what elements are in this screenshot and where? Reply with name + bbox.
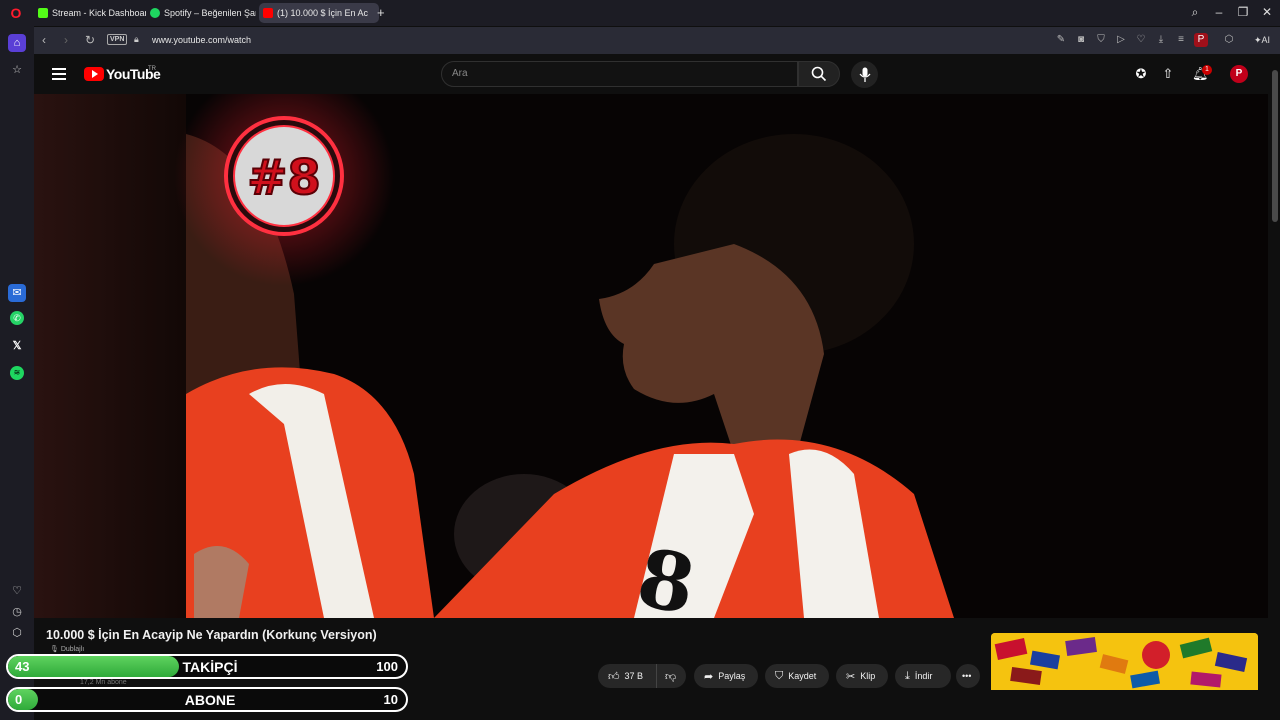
- clip-label: Klip: [860, 671, 876, 681]
- dubbed-badge: 🎙︎ Dublajlı: [50, 645, 84, 653]
- video-title: 10.000 $ İçin En Acayip Ne Yapardın (Kor…: [46, 628, 377, 642]
- profile-extension-icon[interactable]: P: [1194, 33, 1208, 47]
- cube-icon[interactable]: ⬡: [8, 624, 26, 642]
- more-icon: •••: [962, 671, 972, 681]
- dislike-button[interactable]: 👎︎: [656, 664, 686, 688]
- create-icon[interactable]: ✪: [1133, 66, 1149, 82]
- shield-icon[interactable]: ⛉: [1094, 33, 1108, 47]
- kick-icon: [38, 8, 48, 18]
- home-icon[interactable]: ⌂: [8, 34, 26, 52]
- episode-badge-text: #8: [247, 150, 321, 206]
- save-button[interactable]: ⛉ Kaydet: [765, 664, 829, 688]
- opera-menu-icon[interactable]: O: [8, 5, 24, 21]
- region-code: TR: [148, 66, 156, 72]
- reload-icon[interactable]: ↻: [85, 33, 95, 47]
- save-label: Kaydet: [788, 671, 817, 681]
- search-button[interactable]: [798, 61, 840, 87]
- sidebar-ad-banner[interactable]: [991, 633, 1258, 691]
- upload-icon[interactable]: ⇧: [1160, 66, 1176, 82]
- search-icon: [811, 66, 827, 82]
- subscribers-current: 0: [15, 692, 23, 707]
- followers-progress-fill: [8, 656, 180, 677]
- new-tab-icon[interactable]: +: [377, 5, 385, 20]
- lock-icon[interactable]: 🔒︎: [134, 34, 139, 45]
- subscribers-goal: 10: [383, 692, 398, 707]
- download-video-icon: ⤓: [905, 669, 910, 682]
- heart-sidebar-icon[interactable]: ♡: [8, 582, 26, 600]
- minimize-icon[interactable]: –: [1210, 5, 1228, 19]
- subscriber-count: 17,2 Mn abone: [80, 679, 127, 686]
- tab-label: (1) 10.000 $ İçin En Ac: [277, 8, 369, 18]
- download-icon[interactable]: ⤓: [1154, 33, 1168, 47]
- tab-spotify[interactable]: Spotify – Beğenilen Şarkıl: [150, 3, 256, 23]
- voice-search-button[interactable]: [851, 61, 878, 88]
- youtube-icon: [263, 8, 273, 18]
- edit-icon[interactable]: ✎: [1054, 33, 1068, 47]
- followers-goal-counter: 43 TAKİPÇİ 100: [6, 654, 408, 679]
- search-tabs-icon[interactable]: ⌕: [1186, 5, 1204, 20]
- avatar[interactable]: P: [1230, 65, 1248, 83]
- heart-icon[interactable]: ♡: [1134, 33, 1148, 47]
- subscribers-label: ABONE: [184, 692, 236, 708]
- notification-count-badge: 1: [1202, 65, 1212, 75]
- spotify-sidebar-icon[interactable]: ≋: [10, 366, 24, 380]
- more-actions-button[interactable]: •••: [956, 664, 980, 688]
- subscribers-progress-fill: [8, 689, 38, 710]
- whatsapp-icon[interactable]: ✆: [10, 311, 24, 325]
- scissors-icon: ✂: [846, 670, 856, 683]
- followers-current: 43: [15, 659, 30, 674]
- tab-label: Stream - Kick Dashboard: [52, 8, 146, 18]
- bookmark-icon: ⛉: [775, 669, 784, 682]
- vpn-badge[interactable]: VPN: [107, 34, 128, 45]
- snack-products-image: [991, 633, 1258, 691]
- subscribers-goal-counter: 0 ABONE 10: [6, 687, 408, 712]
- ai-label: AI: [1261, 35, 1271, 45]
- close-window-icon[interactable]: ✕: [1258, 5, 1276, 19]
- clip-button[interactable]: ✂ Klip: [836, 664, 888, 688]
- dubbed-icon: 🎙︎: [50, 646, 59, 653]
- x-twitter-icon[interactable]: 𝕏: [8, 337, 26, 355]
- followers-goal: 100: [376, 659, 398, 674]
- like-button[interactable]: 👍︎ 37 B: [598, 664, 656, 688]
- youtube-logo-icon[interactable]: [84, 67, 104, 81]
- followers-label: TAKİPÇİ: [182, 659, 238, 675]
- search-input[interactable]: [441, 61, 798, 87]
- download-label: İndir: [914, 671, 933, 681]
- video-frame: 8 #8: [34, 94, 1268, 618]
- back-icon[interactable]: ‹: [42, 33, 46, 47]
- thumbs-down-icon: 👎︎: [665, 670, 677, 683]
- tab-youtube-active[interactable]: (1) 10.000 $ İçin En Ac: [259, 3, 379, 23]
- search-placeholder: Ara: [452, 68, 468, 79]
- hamburger-menu-icon[interactable]: [52, 68, 66, 83]
- history-icon[interactable]: ◷: [8, 603, 26, 621]
- camera-icon[interactable]: ◙: [1074, 33, 1088, 47]
- star-icon[interactable]: ☆: [8, 61, 26, 79]
- microphone-icon: [859, 67, 871, 82]
- spotify-icon: [150, 8, 160, 18]
- messenger-icon[interactable]: ✉: [8, 284, 26, 302]
- share-button[interactable]: ➦ Paylaş: [694, 664, 758, 688]
- url-field[interactable]: www.youtube.com/watch: [152, 35, 251, 45]
- extensions-icon[interactable]: ⬡: [1222, 33, 1236, 47]
- maximize-icon[interactable]: ❐: [1234, 5, 1252, 19]
- share-label: Paylaş: [718, 671, 746, 681]
- forward-icon[interactable]: ›: [64, 33, 68, 47]
- play-icon[interactable]: ▷: [1114, 33, 1128, 47]
- thumbs-up-icon: 👍︎: [608, 670, 620, 683]
- aria-ai-button[interactable]: ✦AI: [1254, 35, 1270, 46]
- share-icon: ➦: [704, 670, 714, 683]
- tab-label: Spotify – Beğenilen Şarkıl: [164, 8, 256, 18]
- ai-icon: ✦: [1254, 35, 1262, 45]
- video-player[interactable]: 8 #8: [34, 94, 1268, 618]
- dubbed-label: Dublajlı: [60, 646, 85, 653]
- download-button[interactable]: ⤓ İndir: [895, 664, 951, 688]
- like-count: 37 B: [624, 671, 644, 681]
- scrollbar-thumb[interactable]: [1272, 70, 1278, 222]
- menu-icon[interactable]: ≡: [1174, 33, 1188, 47]
- tab-kick-dashboard[interactable]: Stream - Kick Dashboard: [38, 3, 146, 23]
